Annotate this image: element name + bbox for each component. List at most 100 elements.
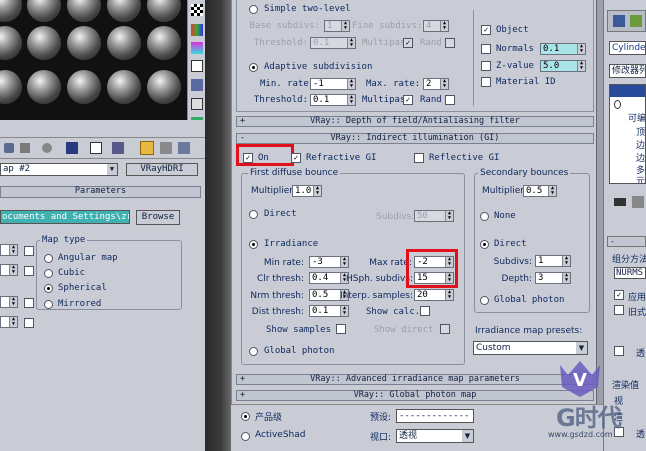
map-type-button[interactable]: VRayHDRI [126,163,198,176]
video-icon[interactable] [191,60,203,72]
dist-thresh-spinner[interactable]: 0.1 ▲ ▼ [309,305,349,317]
material-sphere[interactable] [0,70,22,104]
map-name-dropdown[interactable]: ap #2 ▼ [0,163,118,176]
zvalue-spinner[interactable]: 5.0 ▲ ▼ [540,60,586,72]
first-multiplier-spinner[interactable]: 1.0 ▲ ▼ [292,185,322,197]
irradiance-radio[interactable] [249,240,258,249]
show-direct-checkbox[interactable] [440,324,450,334]
simple-two-level-radio[interactable] [249,5,258,14]
fine-subdivs-spinner[interactable]: 4 ▲ ▼ [423,20,449,32]
irradiance-presets-dropdown[interactable]: Custom ▼ [473,341,588,355]
material-sphere[interactable] [67,70,101,104]
threshold-adaptive-spinner[interactable]: 0.1 ▲ ▼ [310,94,356,106]
rand-checkbox[interactable] [445,38,455,48]
stack-item[interactable]: 元 [636,174,645,183]
min-rate-spinner[interactable]: -1 ▲ ▼ [310,78,356,90]
second-global-photon-radio[interactable] [480,296,489,305]
normals-spinner[interactable]: 0.1 ▲ ▼ [540,43,586,55]
show-end-icon[interactable] [160,142,172,154]
material-sphere[interactable] [27,26,61,60]
modify-icon[interactable] [613,15,625,27]
material-sphere[interactable] [0,0,22,22]
normals-checkbox[interactable] [481,44,491,54]
left-spinner[interactable]: ▲ ▼ [0,244,18,256]
gi-rollout[interactable]: - VRay:: Indirect illumination (GI) [236,133,594,144]
threshold-spinner[interactable]: 0.1 ▲ ▼ [310,37,356,49]
material-sphere[interactable] [147,26,181,60]
activeshade-radio[interactable] [241,432,250,441]
object-checkbox[interactable]: ✓ [481,25,491,35]
show-map-icon[interactable] [140,141,154,155]
clr-thresh-spinner[interactable]: 0.4 ▲ ▼ [309,272,349,284]
rand-adaptive-checkbox[interactable] [445,95,455,105]
production-radio[interactable] [241,412,250,421]
object-name-field[interactable]: Cylinde [609,41,646,55]
stack-item[interactable]: 顶 [636,125,645,138]
material-sphere[interactable] [107,0,141,22]
effects-icon[interactable] [112,142,124,154]
material-sphere[interactable] [147,70,181,104]
left-spinner[interactable]: ▲ ▼ [0,296,18,308]
left-checkbox[interactable] [24,246,34,256]
first-direct-radio[interactable] [249,210,258,219]
material-sphere[interactable] [107,26,141,60]
none-radio[interactable] [480,212,489,221]
panel-scrollbar[interactable] [596,0,603,410]
color-icon[interactable] [191,42,203,54]
multipass-checkbox[interactable]: ✓ [403,38,413,48]
pin-stack-icon[interactable] [614,198,626,206]
interp-samples-spinner[interactable]: 20 ▲ ▼ [414,289,454,301]
material-sphere[interactable] [0,26,22,60]
left-spinner[interactable]: ▲ ▼ [0,316,18,328]
apply-checkbox[interactable]: ✓ [614,290,624,300]
subdivision-rollout[interactable]: - [607,236,646,247]
map-type-radio[interactable] [44,300,53,309]
material-sphere[interactable] [27,70,61,104]
preset-dropdown[interactable]: ---------------- [396,409,474,423]
subdivision-method-dropdown[interactable]: NURMS [614,267,646,279]
material-sphere[interactable] [27,0,61,22]
refractive-gi-checkbox[interactable]: ✓ [291,153,301,163]
checker-icon[interactable] [191,4,203,16]
subdivs-spinner[interactable]: 50 ▲ ▼ [414,210,454,222]
zvalue-checkbox[interactable] [481,61,491,71]
dof-rollout[interactable]: + VRay:: Depth of field/Antialiasing fil… [236,116,594,127]
show-end-result-icon[interactable] [632,196,644,208]
library-icon[interactable] [90,142,102,154]
second-subdivs-spinner[interactable]: 1 ▲ ▼ [535,255,571,267]
left-checkbox[interactable] [24,318,34,328]
viewport-dropdown[interactable]: 透视 ▼ [396,429,474,443]
max-rate-spinner[interactable]: 2 ▲ ▼ [423,78,449,90]
go-parent-icon[interactable] [178,142,190,154]
unique-icon[interactable] [66,142,78,154]
show-samples-checkbox[interactable] [336,324,346,334]
options-icon[interactable] [191,79,203,91]
old-style-checkbox[interactable] [614,305,624,315]
stack-item[interactable]: 可编 [628,111,645,124]
material-sphere[interactable] [107,70,141,104]
material-sphere[interactable] [67,26,101,60]
show-calc-checkbox[interactable] [420,306,430,316]
depth-spinner[interactable]: 3 ▲ ▼ [535,272,571,284]
gi-min-rate-spinner[interactable]: -3 ▲ ▼ [309,256,349,268]
hierarchy-icon[interactable] [630,15,642,27]
material-sphere[interactable] [67,0,101,22]
left-checkbox[interactable] [24,298,34,308]
map-type-radio[interactable] [44,284,53,293]
map-type-radio[interactable] [44,254,53,263]
adaptive-subdivision-radio[interactable] [249,63,258,72]
reflective-gi-checkbox[interactable] [414,153,424,163]
assign-icon[interactable] [4,143,14,153]
base-subdivs-spinner[interactable]: 1 ▲ ▼ [324,20,350,32]
copy-icon[interactable] [42,143,52,153]
hdri-path-field[interactable]: ocuments and Settings\zr\M [0,210,130,224]
multipass-adaptive-checkbox[interactable]: ✓ [403,95,413,105]
map-type-radio[interactable] [44,269,53,278]
second-multiplier-spinner[interactable]: 0.5 ▲ ▼ [523,185,557,197]
modifier-list-dropdown[interactable]: 修改器列 [609,64,646,78]
material-id-checkbox[interactable] [481,77,491,87]
stack-item[interactable]: 边 [636,138,645,151]
stack-header[interactable] [610,85,645,97]
material-sphere[interactable] [147,0,181,22]
select-icon[interactable] [191,98,203,110]
